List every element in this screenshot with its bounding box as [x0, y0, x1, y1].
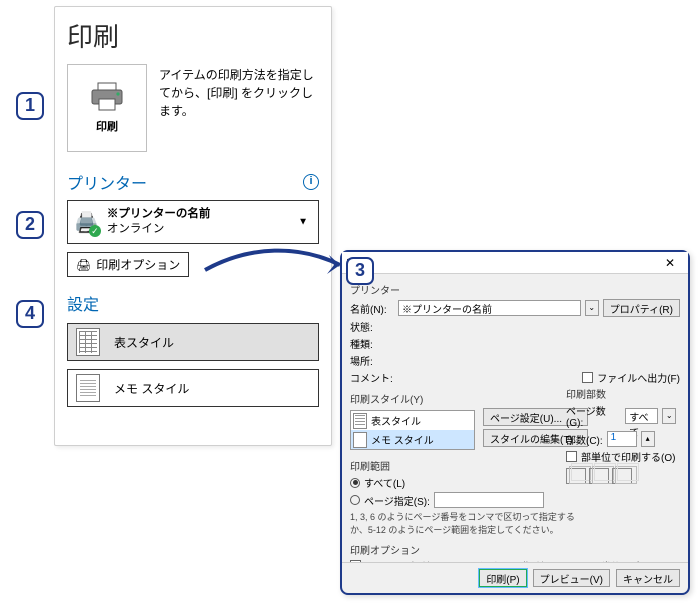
copies-label: 部数(C):: [566, 432, 603, 447]
properties-button[interactable]: プロパティ(R): [603, 299, 680, 317]
style-memo-label: メモ スタイル: [114, 380, 189, 397]
status-label: 状態:: [350, 319, 394, 334]
range-all-label: すべて(L): [364, 475, 405, 490]
printer-icon: [89, 82, 125, 112]
print-options-label: 印刷オプション: [96, 256, 180, 273]
style-memo-row[interactable]: メモ スタイル: [67, 369, 319, 407]
annotation-2: 2: [16, 211, 44, 239]
copies-spin-btn[interactable]: ▴: [641, 431, 655, 447]
print-description: アイテムの印刷方法を指定してから、[印刷] をクリックします。: [159, 64, 319, 152]
collate-icon: [566, 468, 676, 484]
settings-section-heading: 設定: [67, 291, 99, 315]
printer-name: ※プリンターの名前: [107, 207, 211, 222]
style-listbox[interactable]: 表スタイル メモ スタイル: [350, 410, 475, 450]
memo-style-icon: [353, 432, 367, 448]
pages-label: ページ数(G):: [566, 403, 621, 429]
memo-style-icon: [76, 374, 100, 402]
printer-name-input[interactable]: ※プリンターの名前: [398, 300, 581, 316]
dialog-titlebar: 印刷 ✕: [342, 252, 688, 274]
copies-group-label: 印刷部数: [566, 386, 676, 401]
list-style-memo: メモ スタイル: [371, 432, 434, 447]
info-icon[interactable]: i: [303, 174, 319, 190]
preview-button[interactable]: プレビュー(V): [533, 569, 610, 587]
attach-checkbox[interactable]: [350, 560, 361, 562]
page-title: 印刷: [67, 17, 319, 54]
copies-group: 印刷部数 ページ数(G): すべて ⌄ 部数(C): 1 ▴ 部単位で印刷する(…: [566, 382, 676, 484]
chevron-down-icon: ▼: [298, 217, 308, 228]
range-pages-input[interactable]: [434, 492, 544, 508]
style-table-label: 表スタイル: [114, 334, 174, 351]
table-style-icon: [353, 413, 367, 429]
printer-dropdown[interactable]: 🖨️✓ ※プリンターの名前 オンライン ▼: [67, 200, 319, 244]
range-pages-label: ページ指定(S):: [364, 493, 430, 508]
close-icon[interactable]: ✕: [656, 256, 684, 270]
cancel-button[interactable]: キャンセル: [616, 569, 680, 587]
range-hint: 1, 3, 6 のようにページ番号をコンマで区切って指定するか、5-12 のよう…: [350, 510, 580, 536]
printer-status: オンライン: [107, 222, 211, 237]
where-label: 場所:: [350, 353, 394, 368]
annotation-3: 3: [346, 257, 374, 285]
options-group-label: 印刷オプション: [350, 542, 680, 557]
dialog-footer: 印刷(P) プレビュー(V) キャンセル: [342, 562, 688, 593]
dialog-title: 印刷: [346, 255, 656, 271]
print-button-tile[interactable]: 印刷: [67, 64, 147, 152]
copies-spinner[interactable]: 1: [607, 431, 637, 447]
printer-group-label: プリンター: [350, 282, 680, 297]
backstage-print-panel: 印刷 印刷 アイテムの印刷方法を指定してから、[印刷] をクリックします。 プリ…: [54, 6, 332, 446]
printer-small-icon: 🖨: [76, 258, 91, 272]
name-label: 名前(N):: [350, 301, 394, 316]
pages-combo[interactable]: すべて: [625, 408, 658, 424]
print-dialog: 印刷 ✕ プリンター 名前(N): ※プリンターの名前 ⌄ プロパティ(R) 状…: [340, 250, 690, 595]
list-item: 表スタイル: [351, 411, 474, 430]
annotation-1: 1: [16, 92, 44, 120]
list-item: メモ スタイル: [351, 430, 474, 449]
printer-status-icon: 🖨️✓: [74, 210, 99, 235]
range-all-radio[interactable]: [350, 478, 360, 488]
pages-combo-btn[interactable]: ⌄: [662, 408, 676, 424]
collate-label: 部単位で印刷する(O): [581, 449, 675, 464]
comment-label: コメント:: [350, 370, 394, 385]
list-style-table: 表スタイル: [371, 413, 421, 428]
collate-checkbox[interactable]: [566, 451, 577, 462]
style-table-row[interactable]: 表スタイル: [67, 323, 319, 361]
type-label: 種類:: [350, 336, 394, 351]
range-pages-radio[interactable]: [350, 495, 360, 505]
print-tile-label: 印刷: [96, 118, 118, 134]
table-style-icon: [76, 328, 100, 356]
printer-name-combo[interactable]: ⌄: [585, 300, 599, 316]
dialog-print-button[interactable]: 印刷(P): [479, 569, 526, 587]
attach-label: アイテムと添付ファイルを印刷する（添付ファイルは通常使うプリンターでのみ印刷され…: [365, 559, 665, 562]
printer-section-heading: プリンター: [67, 170, 147, 194]
annotation-4: 4: [16, 300, 44, 328]
print-options-button[interactable]: 🖨 印刷オプション: [67, 252, 189, 277]
